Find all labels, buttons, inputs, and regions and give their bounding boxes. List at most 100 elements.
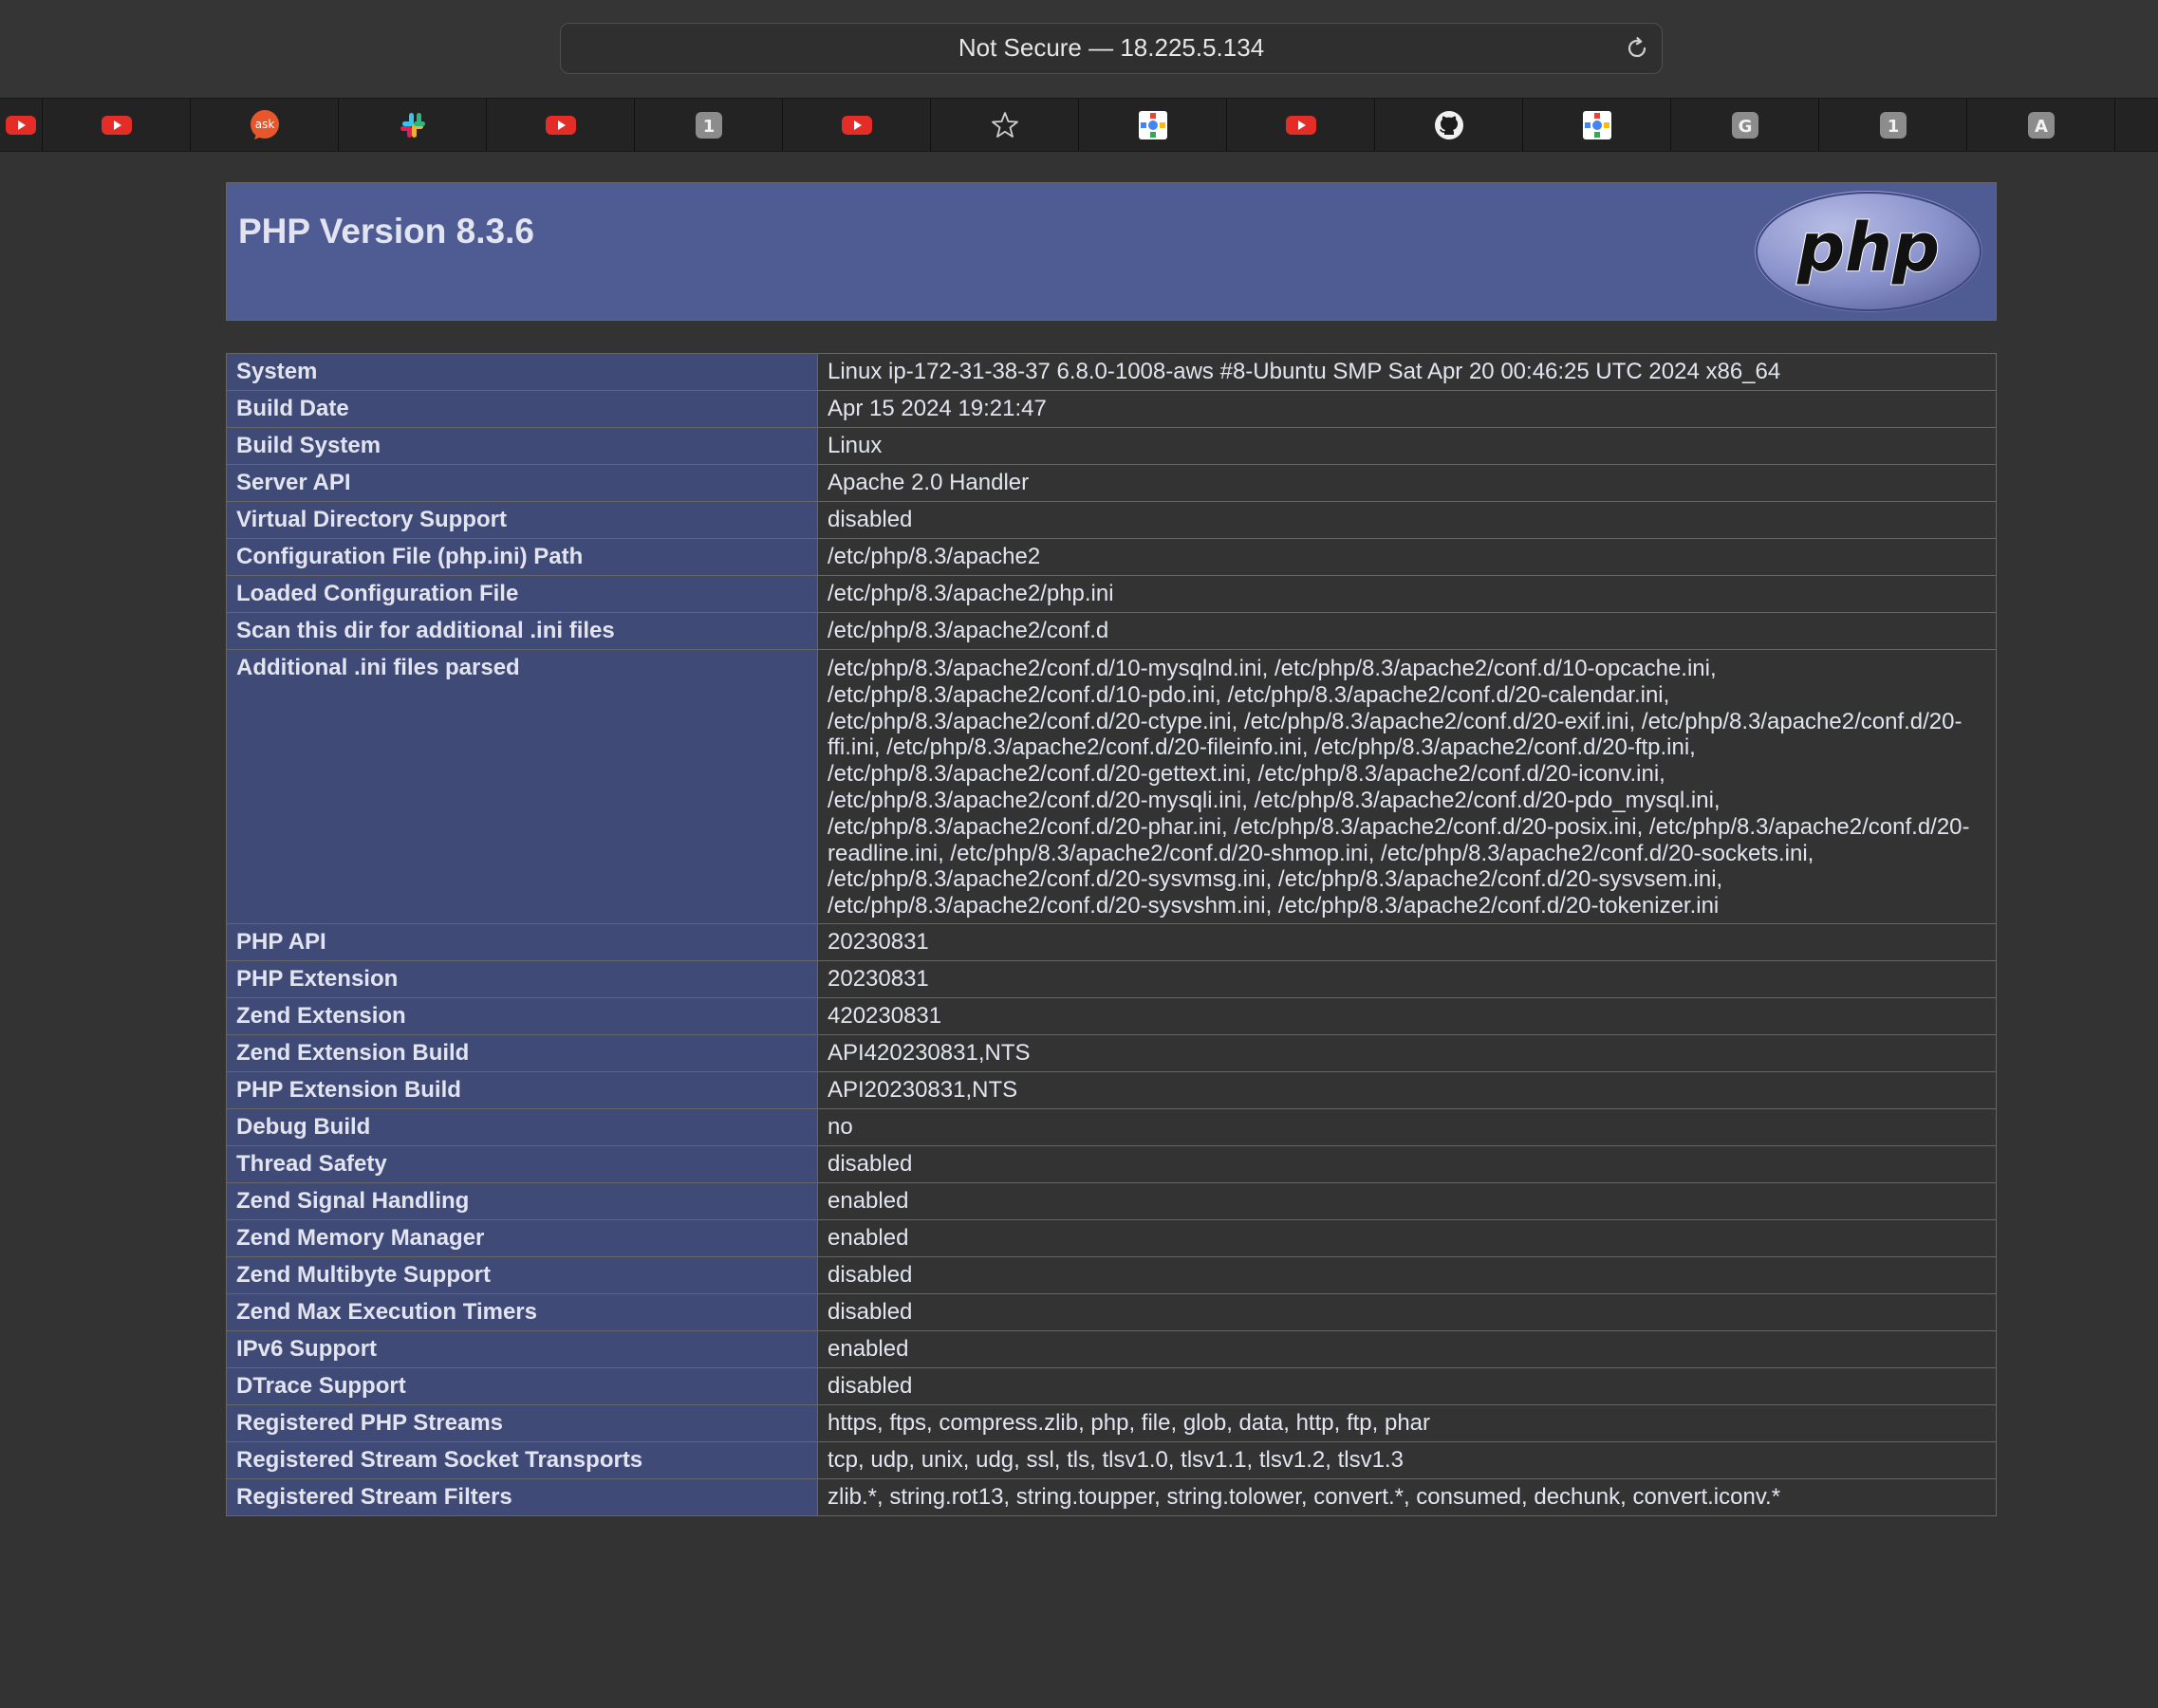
row-value: API20230831,NTS <box>817 1070 1997 1109</box>
letter-tile-icon: A <box>2027 111 2055 139</box>
row-key: Virtual Directory Support <box>226 501 818 539</box>
row-value: tcp, udp, unix, udg, ssl, tls, tlsv1.0, … <box>817 1440 1997 1479</box>
row-key: Registered PHP Streams <box>226 1403 818 1442</box>
github-icon <box>1434 110 1463 139</box>
favorites-bar: ask 1 G 1 A <box>0 98 2158 152</box>
favorite-item[interactable] <box>1522 99 1670 151</box>
row-value: /etc/php/8.3/apache2 <box>817 538 1997 576</box>
row-value: disabled <box>817 1366 1997 1405</box>
table-row: Registered Stream Filters zlib.*, string.… <box>226 1477 1997 1516</box>
page-title: PHP Version 8.3.6 <box>238 212 534 251</box>
phpinfo-page: PHP Version 8.3.6 php System Linux ip-172… <box>0 152 2158 1708</box>
row-value: Linux <box>817 427 1997 465</box>
row-value: Apache 2.0 Handler <box>817 464 1997 502</box>
favorite-item[interactable] <box>930 99 1078 151</box>
php-info-table: System Linux ip-172-31-38-37 6.8.0-1008-a… <box>226 353 1997 1516</box>
letter-tile-icon: G <box>1731 111 1758 139</box>
favorite-item[interactable]: ask <box>190 99 338 151</box>
table-row: Zend Extension 420230831 <box>226 996 1997 1035</box>
row-value: disabled <box>817 1255 1997 1294</box>
slack-icon <box>400 112 425 138</box>
row-key: Zend Extension <box>226 996 818 1035</box>
row-key: Additional .ini files parsed <box>226 649 818 924</box>
table-row: PHP API 20230831 <box>226 922 1997 961</box>
php-header: PHP Version 8.3.6 php <box>226 182 1997 321</box>
youtube-icon <box>6 115 36 135</box>
row-value: /etc/php/8.3/apache2/php.ini <box>817 575 1997 613</box>
favorite-item[interactable] <box>338 99 486 151</box>
row-value: /etc/php/8.3/apache2/conf.d/10-mysqlnd.i… <box>817 649 1997 924</box>
table-row: Build System Linux <box>226 427 1997 465</box>
row-key: IPv6 Support <box>226 1329 818 1368</box>
row-key: Scan this dir for additional .ini files <box>226 612 818 650</box>
row-key: Zend Max Execution Timers <box>226 1292 818 1331</box>
row-key: Configuration File (php.ini) Path <box>226 538 818 576</box>
row-value: disabled <box>817 1144 1997 1183</box>
favorite-item <box>2114 99 2158 151</box>
row-key: PHP API <box>226 922 818 961</box>
favorite-item[interactable]: 1 <box>634 99 782 151</box>
row-key: Server API <box>226 464 818 502</box>
ask-icon-label: ask <box>254 118 274 131</box>
row-key: Zend Extension Build <box>226 1033 818 1072</box>
row-key: Loaded Configuration File <box>226 575 818 613</box>
php-logo[interactable]: php <box>1753 189 1984 314</box>
row-value: API420230831,NTS <box>817 1033 1997 1072</box>
favorite-item[interactable]: A <box>1966 99 2114 151</box>
favorite-item[interactable] <box>0 99 42 151</box>
google-cloud-icon <box>1138 110 1167 139</box>
row-value: no <box>817 1107 1997 1146</box>
row-key: PHP Extension <box>226 959 818 998</box>
table-row: Registered PHP Streams https, ftps, compr… <box>226 1403 1997 1442</box>
row-key: Zend Signal Handling <box>226 1181 818 1220</box>
table-row: Build Date Apr 15 2024 19:21:47 <box>226 390 1997 428</box>
row-key: Debug Build <box>226 1107 818 1146</box>
table-row: Debug Build no <box>226 1107 1997 1146</box>
row-key: System <box>226 353 818 391</box>
row-value: https, ftps, compress.zlib, php, file, g… <box>817 1403 1997 1442</box>
row-key: Registered Stream Filters <box>226 1477 818 1516</box>
reload-icon[interactable] <box>1624 35 1650 62</box>
table-row: Zend Multibyte Support disabled <box>226 1255 1997 1294</box>
ask-icon: ask <box>250 109 279 139</box>
favorite-item[interactable] <box>1226 99 1374 151</box>
row-value: Linux ip-172-31-38-37 6.8.0-1008-aws #8-… <box>817 353 1997 391</box>
table-row: Registered Stream Socket Transports tcp, … <box>226 1440 1997 1479</box>
table-row: Configuration File (php.ini) Path/etc/ph… <box>226 538 1997 576</box>
table-row: PHP Extension 20230831 <box>226 959 1997 998</box>
row-key: Zend Multibyte Support <box>226 1255 818 1294</box>
youtube-icon <box>545 115 576 135</box>
address-bar[interactable]: Not Secure — 18.225.5.134 <box>560 23 1663 74</box>
row-key: Zend Memory Manager <box>226 1218 818 1257</box>
row-value: 420230831 <box>817 996 1997 1035</box>
favorite-item[interactable]: G <box>1670 99 1818 151</box>
row-value: enabled <box>817 1181 1997 1220</box>
php-logo-text: php <box>1796 209 1940 287</box>
table-row: Zend Max Execution Timers disabled <box>226 1292 1997 1331</box>
letter-tile-label: 1 <box>702 117 715 137</box>
letter-tile-label: 1 <box>1887 117 1899 137</box>
letter-tile-label: A <box>2035 117 2048 137</box>
favorite-item[interactable] <box>1374 99 1522 151</box>
favorite-item[interactable] <box>42 99 190 151</box>
address-text: Not Secure — 18.225.5.134 <box>958 33 1265 62</box>
row-key: Thread Safety <box>226 1144 818 1183</box>
google-cloud-icon <box>1582 110 1611 139</box>
row-key: Registered Stream Socket Transports <box>226 1440 818 1479</box>
row-key: DTrace Support <box>226 1366 818 1405</box>
row-value: /etc/php/8.3/apache2/conf.d <box>817 612 1997 650</box>
table-row: Loaded Configuration File/etc/php/8.3/ap… <box>226 575 1997 613</box>
row-value: 20230831 <box>817 959 1997 998</box>
favorite-item[interactable] <box>782 99 930 151</box>
table-row: Zend Memory Manager enabled <box>226 1218 1997 1257</box>
table-row: PHP Extension Build API20230831,NTS <box>226 1070 1997 1109</box>
table-row: Thread Safety disabled <box>226 1144 1997 1183</box>
row-key: Build System <box>226 427 818 465</box>
row-key: PHP Extension Build <box>226 1070 818 1109</box>
youtube-icon <box>841 115 872 135</box>
favorite-item[interactable]: 1 <box>1818 99 1966 151</box>
favorite-item[interactable] <box>1078 99 1226 151</box>
row-value: enabled <box>817 1218 1997 1257</box>
favorite-item[interactable] <box>486 99 634 151</box>
row-key: Build Date <box>226 390 818 428</box>
